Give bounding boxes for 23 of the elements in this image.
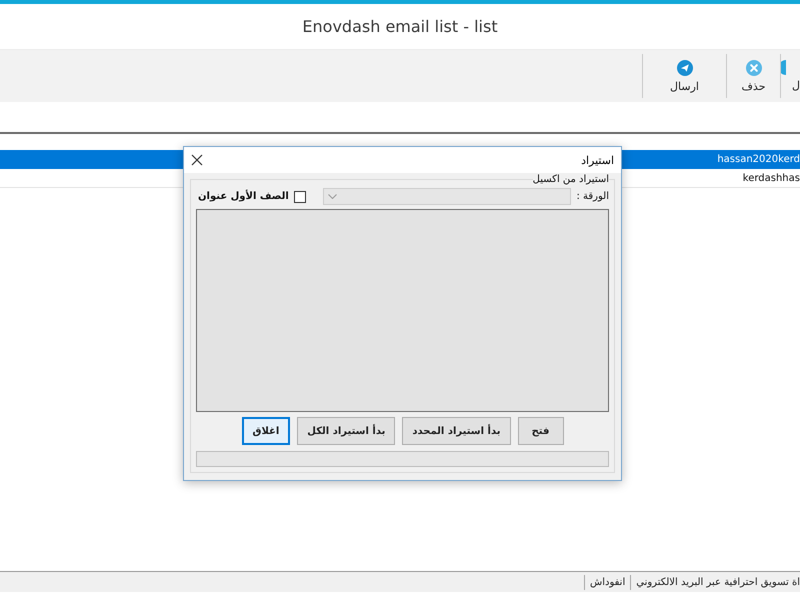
table-cell: hassan2020kerd <box>717 154 800 164</box>
toolbar-button[interactable]: ل <box>780 54 800 98</box>
status-text: اة تسويق احترافية عبر البريد الالكتروني <box>630 574 800 590</box>
table-cell: kerdashhas <box>742 172 800 184</box>
status-text: انفوداش <box>584 574 630 590</box>
x-circle-icon <box>746 60 762 76</box>
sheet-label: الورقة : <box>576 191 609 202</box>
dialog-title: استيراد <box>581 154 614 166</box>
group-label: استيراد من اكسيل <box>532 174 609 185</box>
round-icon <box>781 60 786 75</box>
toolbar-button[interactable]: ارسال <box>642 54 726 98</box>
paper-plane-icon <box>676 60 692 76</box>
chevron-down-icon <box>328 194 337 199</box>
dialog-button[interactable]: اغلاق <box>242 417 290 445</box>
close-button[interactable] <box>191 154 203 166</box>
checkbox-label: الصف الأول عنوان <box>198 191 289 202</box>
checkbox[interactable] <box>294 190 306 202</box>
dialog-button[interactable]: بدأ استيراد الكل <box>297 417 396 445</box>
window-title: Enovdash email list - list <box>302 17 498 36</box>
toolbar-button[interactable]: حذف <box>726 54 780 98</box>
close-icon <box>191 154 203 166</box>
dialog-button[interactable]: فتح <box>518 417 564 445</box>
dialog-button[interactable]: بدأ استيراد المحدد <box>402 417 510 445</box>
